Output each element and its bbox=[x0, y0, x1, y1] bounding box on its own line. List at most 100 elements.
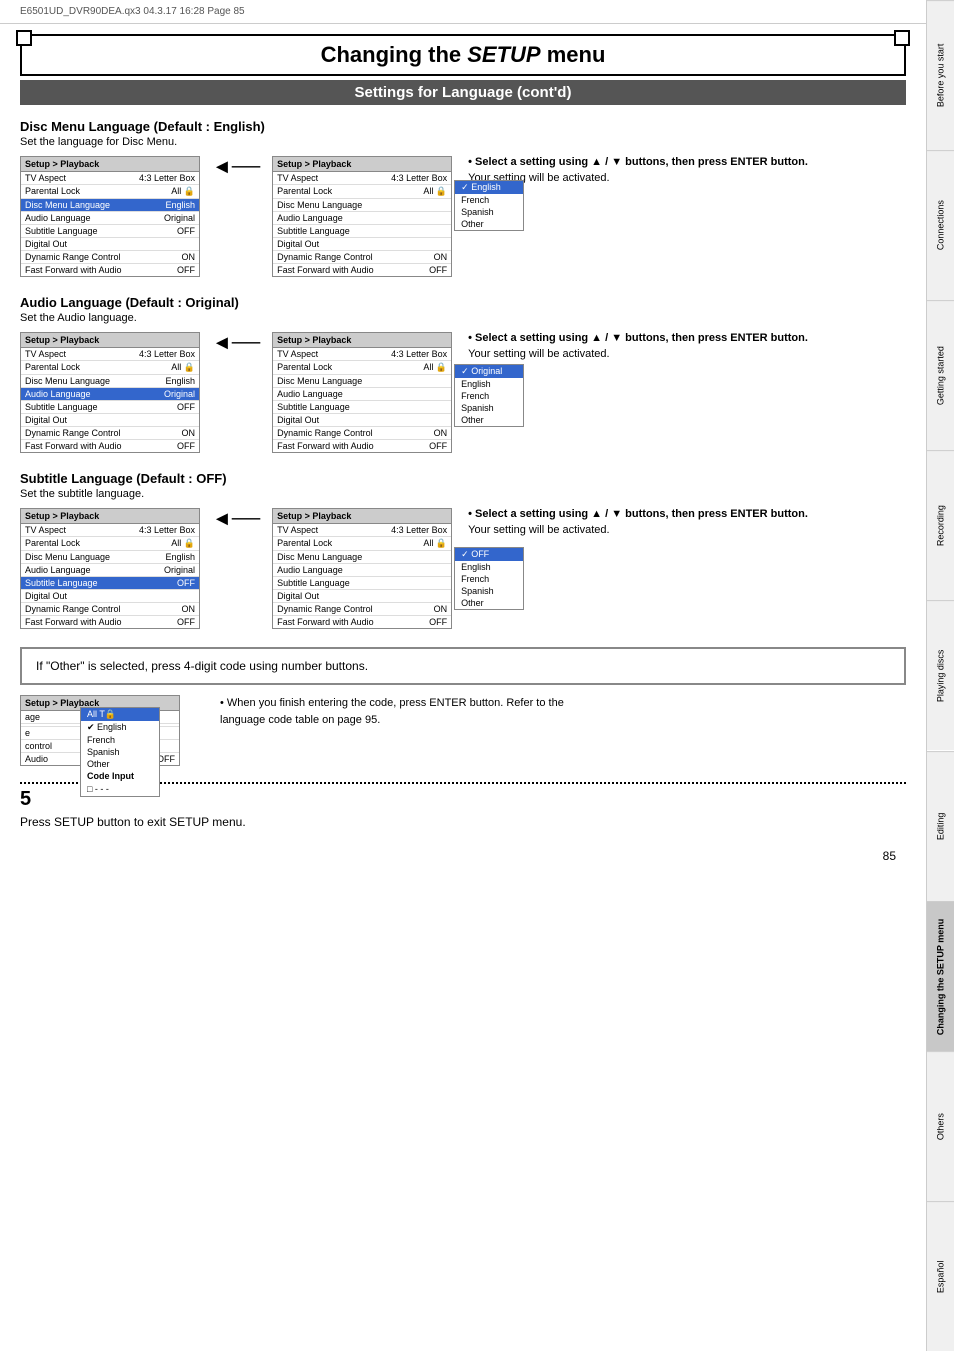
drop-item-english[interactable]: English bbox=[455, 561, 523, 573]
drop-item-other[interactable]: Other bbox=[455, 414, 523, 426]
menu-row: Audio LanguageOriginal bbox=[21, 564, 199, 577]
code-instruction: • When you finish entering the code, pre… bbox=[200, 695, 580, 728]
menu-row: TV Aspect4:3 Letter Box bbox=[273, 348, 451, 361]
menu-row: Subtitle Language bbox=[273, 401, 451, 414]
menu-row: Dynamic Range ControlON bbox=[273, 427, 451, 440]
main-content: Changing the SETUP menu Settings for Lan… bbox=[0, 34, 926, 883]
instruction-subtitle: • Select a setting using ▲ / ▼ buttons, … bbox=[458, 508, 906, 540]
menu-row: Disc Menu LanguageEnglish bbox=[21, 551, 199, 564]
menu-row: Fast Forward with AudioOFF bbox=[273, 440, 451, 452]
arrow-disc-menu: ◄── bbox=[206, 156, 266, 179]
sidebar-tab-connections[interactable]: Connections bbox=[927, 150, 954, 300]
right-menu-subtitle: Setup > Playback TV Aspect4:3 Letter Box… bbox=[272, 508, 452, 629]
menu-row-highlighted: Disc Menu Language bbox=[273, 199, 451, 212]
menu-row-highlighted: Subtitle LanguageOFF bbox=[21, 577, 199, 590]
subtitle-bar: Settings for Language (cont'd) bbox=[20, 80, 906, 105]
right-menu-wrap-audio: Setup > Playback TV Aspect4:3 Letter Box… bbox=[272, 332, 452, 453]
code-input-row: □ - - - bbox=[81, 782, 159, 796]
drop-item-other[interactable]: Other bbox=[455, 218, 523, 230]
menu-row: Disc Menu Language bbox=[273, 551, 451, 564]
section-title-disc-menu: Disc Menu Language (Default : English) bbox=[20, 119, 906, 134]
code-demo-left: Setup > Playback age e control AudioOFF … bbox=[20, 695, 180, 766]
menu-row: Digital Out bbox=[273, 590, 451, 603]
right-menu-audio: Setup > Playback TV Aspect4:3 Letter Box… bbox=[272, 332, 452, 453]
menu-row: Digital Out bbox=[21, 414, 199, 427]
menu-row-highlighted: Audio Language bbox=[273, 388, 451, 401]
code-drop-item-french[interactable]: French bbox=[81, 734, 159, 746]
meta-bar: E6501UD_DVR90DEA.qx3 04.3.17 16:28 Page … bbox=[0, 0, 954, 24]
menu-row: Parental LockAll 🔒 bbox=[273, 537, 451, 551]
drop-item-other[interactable]: Other bbox=[455, 597, 523, 609]
drop-item-original[interactable]: Original bbox=[455, 365, 523, 378]
right-sidebar: Before you start Connections Getting sta… bbox=[926, 0, 954, 1351]
step-text: Press SETUP button to exit SETUP menu. bbox=[20, 815, 906, 829]
code-demo-area: Setup > Playback age e control AudioOFF … bbox=[20, 695, 906, 766]
sidebar-tab-before-you-start[interactable]: Before you start bbox=[927, 0, 954, 150]
menu-row: TV Aspect4:3 Letter Box bbox=[21, 172, 199, 185]
drop-item-spanish[interactable]: Spanish bbox=[455, 585, 523, 597]
sidebar-tab-others[interactable]: Others bbox=[927, 1051, 954, 1201]
arrow-audio: ◄── bbox=[206, 332, 266, 355]
menu-row: Parental LockAll 🔒 bbox=[21, 361, 199, 375]
code-input-label: □ - - - bbox=[87, 784, 109, 794]
drop-item-spanish[interactable]: Spanish bbox=[455, 402, 523, 414]
right-menu-wrap-disc-menu: Setup > Playback TV Aspect4:3 Letter Box… bbox=[272, 156, 452, 277]
drop-item-french[interactable]: French bbox=[455, 390, 523, 402]
menu-row: Dynamic Range ControlON bbox=[273, 251, 451, 264]
menu-row: Subtitle LanguageOFF bbox=[21, 225, 199, 238]
menu-row: TV Aspect4:3 Letter Box bbox=[21, 524, 199, 537]
drop-item-english[interactable]: English bbox=[455, 378, 523, 390]
sidebar-tab-changing-setup[interactable]: Changing the SETUP menu bbox=[927, 901, 954, 1051]
title-italic: SETUP bbox=[467, 42, 540, 67]
instruction-disc-menu: • Select a setting using ▲ / ▼ buttons, … bbox=[458, 156, 906, 188]
right-menu-wrap-subtitle: Setup > Playback TV Aspect4:3 Letter Box… bbox=[272, 508, 452, 629]
menu-row: Digital Out bbox=[21, 590, 199, 603]
menu-row: Parental LockAll 🔒 bbox=[21, 537, 199, 551]
instruction-audio: • Select a setting using ▲ / ▼ buttons, … bbox=[458, 332, 906, 364]
menu-row: Subtitle LanguageOFF bbox=[21, 401, 199, 414]
section-audio-language: Audio Language (Default : Original) Set … bbox=[20, 295, 906, 453]
menu-row: TV Aspect4:3 Letter Box bbox=[21, 348, 199, 361]
menu-row: Dynamic Range ControlON bbox=[273, 603, 451, 616]
sidebar-tab-getting-started[interactable]: Getting started bbox=[927, 300, 954, 450]
menu-row: Subtitle Language bbox=[273, 225, 451, 238]
code-drop-item[interactable]: All T🔒 bbox=[81, 708, 159, 721]
drop-item-french[interactable]: French bbox=[455, 573, 523, 585]
menu-row: Audio Language bbox=[273, 564, 451, 577]
menu-row: Parental LockAll 🔒 bbox=[21, 185, 199, 199]
menu-row: Fast Forward with AudioOFF bbox=[21, 616, 199, 628]
sidebar-tab-editing[interactable]: Editing bbox=[927, 751, 954, 901]
menu-row: TV Aspect4:3 Letter Box bbox=[273, 172, 451, 185]
menu-row-highlighted: Disc Menu LanguageEnglish bbox=[21, 199, 199, 212]
page-title: Changing the SETUP menu bbox=[32, 42, 894, 68]
left-menu-header-audio: Setup > Playback bbox=[21, 333, 199, 348]
code-drop-item-other[interactable]: Other bbox=[81, 758, 159, 770]
menu-row: Audio LanguageOriginal bbox=[21, 212, 199, 225]
menu-row: TV Aspect4:3 Letter Box bbox=[273, 524, 451, 537]
drop-item-off[interactable]: OFF bbox=[455, 548, 523, 561]
code-drop-item-spanish[interactable]: Spanish bbox=[81, 746, 159, 758]
section-desc-disc-menu: Set the language for Disc Menu. bbox=[20, 136, 906, 148]
sidebar-tab-recording[interactable]: Recording bbox=[927, 450, 954, 600]
dropdown-disc-menu: English French Spanish Other bbox=[454, 180, 524, 231]
menu-row: Fast Forward with AudioOFF bbox=[21, 440, 199, 452]
menu-row-highlighted: Audio LanguageOriginal bbox=[21, 388, 199, 401]
drop-item-french[interactable]: French bbox=[455, 194, 523, 206]
arrow-subtitle: ◄── bbox=[206, 508, 266, 531]
menu-row: Audio Language bbox=[273, 212, 451, 225]
menu-row: Disc Menu LanguageEnglish bbox=[21, 375, 199, 388]
menu-row: Fast Forward with AudioOFF bbox=[21, 264, 199, 276]
drop-item-english[interactable]: English bbox=[455, 181, 523, 194]
page-number: 85 bbox=[20, 849, 906, 863]
drop-item-spanish[interactable]: Spanish bbox=[455, 206, 523, 218]
sidebar-tab-espanol[interactable]: Español bbox=[927, 1201, 954, 1351]
section-desc-audio: Set the Audio language. bbox=[20, 312, 906, 324]
menu-row: Digital Out bbox=[273, 414, 451, 427]
sidebar-tab-playing-discs[interactable]: Playing discs bbox=[927, 600, 954, 750]
dropdown-subtitle: OFF English French Spanish Other bbox=[454, 547, 524, 610]
menu-row: Dynamic Range ControlON bbox=[21, 251, 199, 264]
other-info-box: If "Other" is selected, press 4-digit co… bbox=[20, 647, 906, 685]
code-drop-item-codeinput[interactable]: Code Input bbox=[81, 770, 159, 782]
file-info: E6501UD_DVR90DEA.qx3 04.3.17 16:28 Page … bbox=[20, 6, 245, 17]
code-drop-item-english[interactable]: ✔ English bbox=[81, 721, 159, 734]
